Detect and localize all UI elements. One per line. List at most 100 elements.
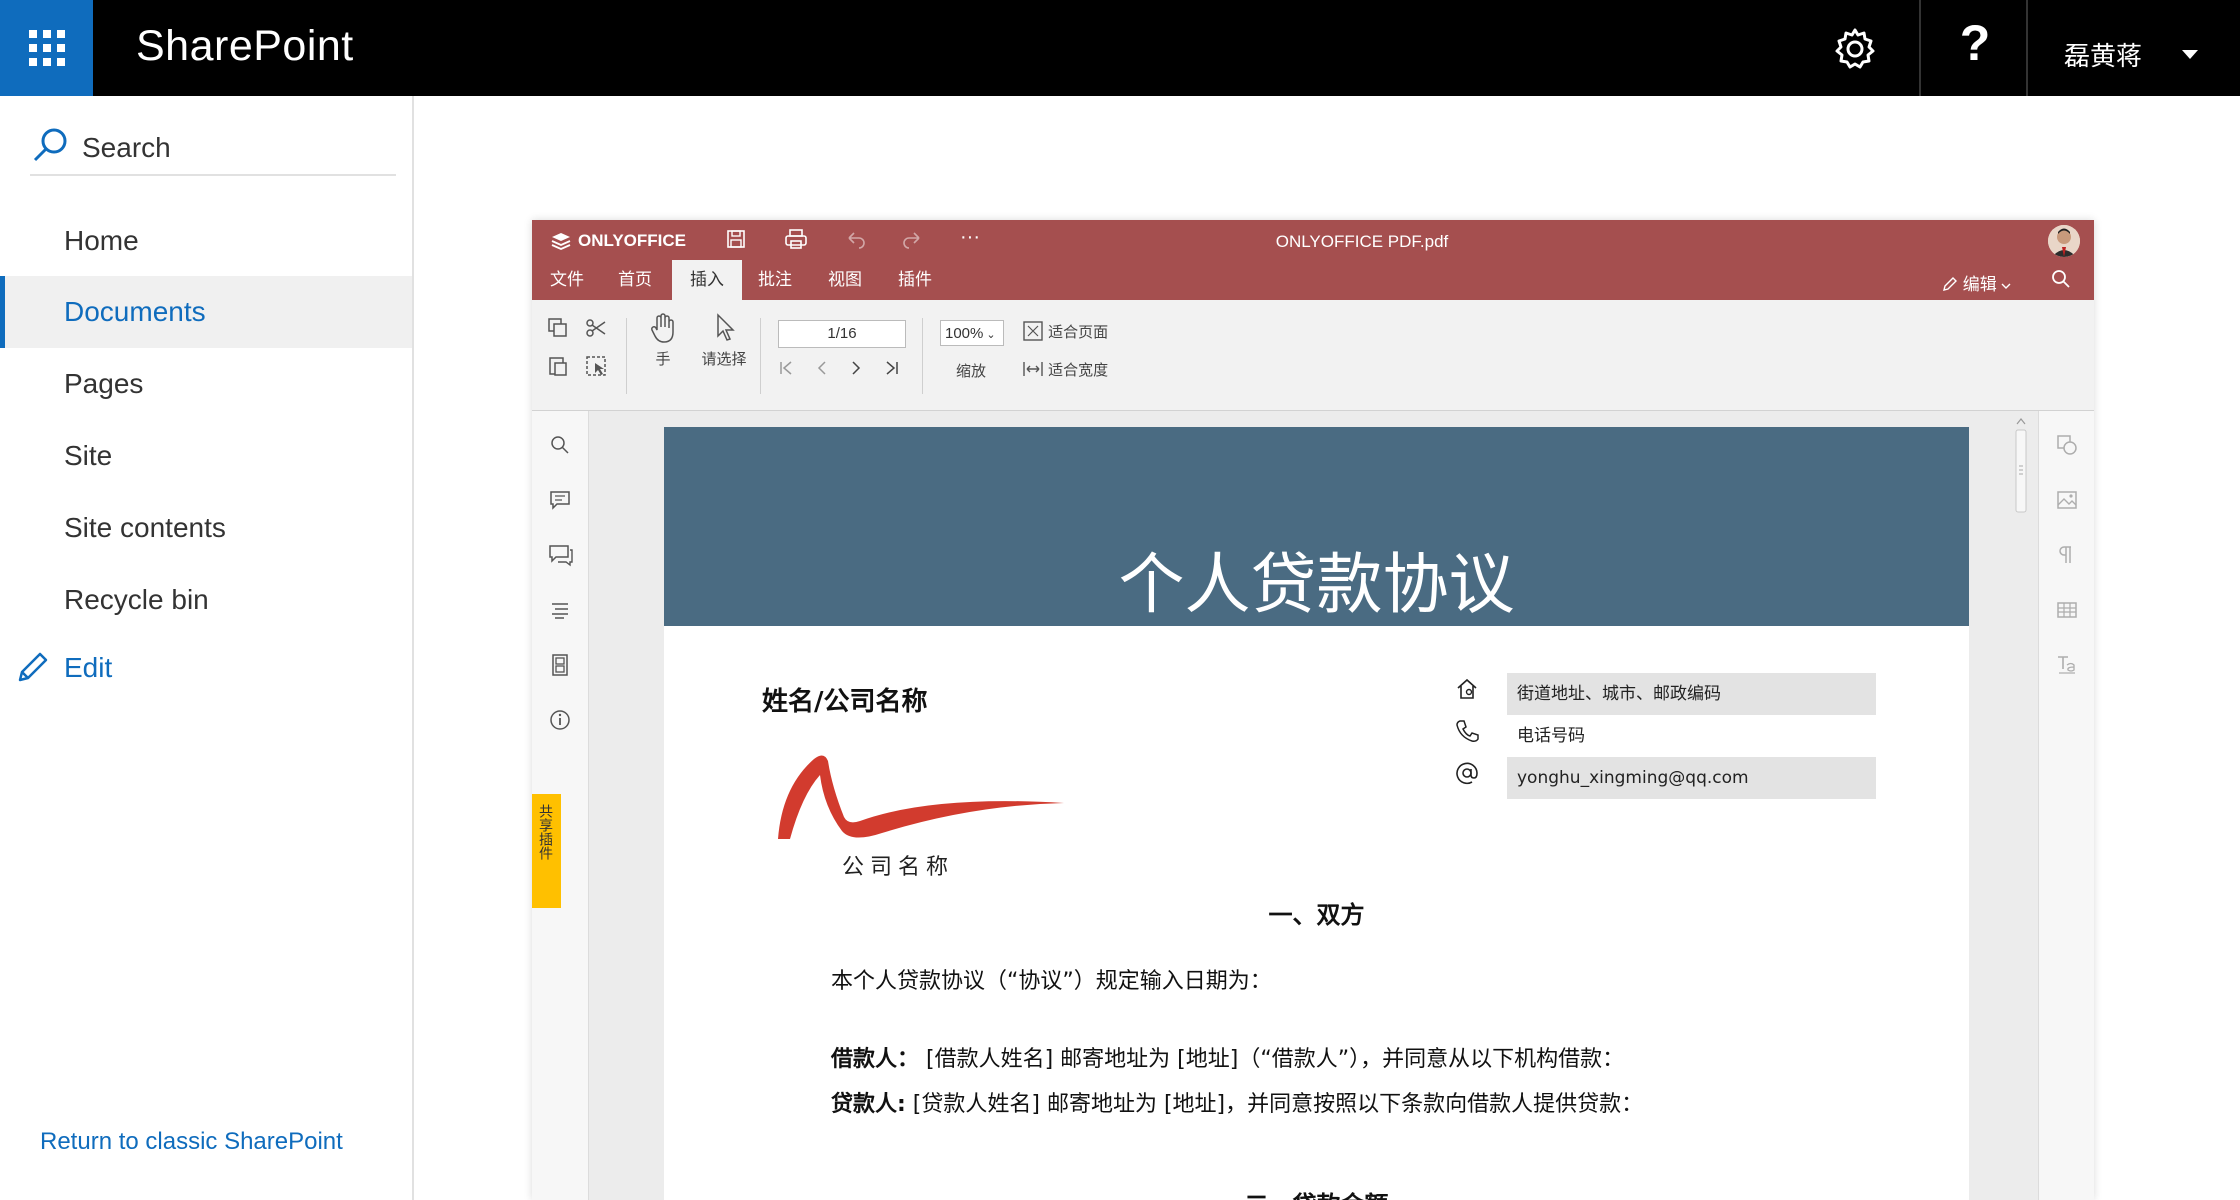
- more-button[interactable]: ···: [956, 226, 984, 250]
- tab-file[interactable]: 文件: [532, 260, 602, 300]
- avatar[interactable]: [2048, 225, 2080, 257]
- cut-button[interactable]: [584, 316, 608, 345]
- search-icon: [2052, 270, 2070, 288]
- hand-tool-button[interactable]: 手: [646, 312, 680, 369]
- document-title: 个人贷款协议: [1118, 546, 1515, 623]
- next-page-button[interactable]: [846, 358, 866, 383]
- undo-icon: [848, 232, 865, 249]
- section-heading-parties: 一、双方: [1268, 901, 1365, 929]
- redo-icon: [903, 232, 920, 249]
- section-heading-loan-amount: 二、贷款金额: [664, 1185, 1969, 1200]
- phone-field[interactable]: 电话号码: [1507, 715, 1876, 757]
- fit-page-icon: [1023, 321, 1043, 341]
- tab-home[interactable]: 首页: [600, 260, 670, 300]
- prev-page-button[interactable]: [812, 358, 832, 383]
- editor-search-button[interactable]: [2050, 268, 2072, 295]
- shape-settings-button[interactable]: [2055, 433, 2079, 462]
- page-number-input[interactable]: 1/16: [778, 320, 906, 348]
- find-button[interactable]: [548, 433, 572, 462]
- text-art-icon: [2058, 656, 2075, 674]
- editor-right-panel: [2038, 411, 2094, 1200]
- nav-item-documents[interactable]: Documents: [0, 276, 412, 348]
- nav-item-label: Recycle bin: [64, 584, 209, 615]
- company-name-caption: 公司名称: [842, 855, 955, 880]
- save-button[interactable]: [722, 228, 750, 252]
- brand-title[interactable]: SharePoint: [136, 22, 354, 71]
- headings-icon: [552, 603, 568, 619]
- zoom-select[interactable]: 100% ⌄: [940, 320, 1004, 346]
- divider: [2026, 0, 2028, 96]
- plugin-side-tab[interactable]: 共享插件: [532, 794, 561, 908]
- email-field[interactable]: yonghu_xingming@qq.com: [1507, 757, 1876, 799]
- thumbnails-button[interactable]: [548, 653, 572, 682]
- fit-page-button[interactable]: 适合页面: [1022, 320, 1108, 342]
- return-classic-link[interactable]: Return to classic SharePoint: [40, 1128, 343, 1156]
- copy-button[interactable]: [546, 316, 570, 345]
- nav-item-site[interactable]: Site: [0, 420, 412, 492]
- nav-item-site-contents[interactable]: Site contents: [0, 492, 412, 564]
- toolbar-separator: [760, 318, 761, 394]
- pencil-icon: [1943, 277, 1957, 291]
- paragraph-settings-button[interactable]: [2055, 543, 2079, 572]
- settings-button[interactable]: [1827, 24, 1883, 74]
- suite-header: SharePoint ? 磊黄蒋: [0, 0, 2240, 96]
- hand-tool-label: 手: [655, 351, 671, 368]
- tab-view[interactable]: 视图: [810, 260, 880, 300]
- chat-button[interactable]: [548, 543, 574, 572]
- fit-page-label: 适合页面: [1048, 324, 1109, 341]
- at-sign-icon: [1456, 762, 1478, 785]
- first-page-button[interactable]: [776, 358, 796, 383]
- tab-insert[interactable]: 插入: [672, 260, 742, 300]
- lender-label: 贷款人:: [831, 1092, 906, 1117]
- document-info-button[interactable]: [548, 708, 572, 737]
- address-field[interactable]: 街道地址、城市、邮政编码: [1507, 673, 1876, 715]
- redo-button[interactable]: [898, 228, 926, 252]
- chevron-down-icon: ⌄: [983, 329, 996, 341]
- plugin-tab-label: 共享插件: [538, 804, 554, 860]
- user-name[interactable]: 磊黄蒋: [2064, 36, 2142, 73]
- borrower-label: 借款人：: [831, 1047, 920, 1072]
- app-launcher-icon: [28, 30, 65, 66]
- fit-width-button[interactable]: 适合宽度: [1022, 358, 1108, 380]
- edit-nav-button[interactable]: Edit: [14, 642, 314, 694]
- tab-plugins[interactable]: 插件: [880, 260, 950, 300]
- editor-toolbar: 手 请选择 1/16 100% ⌄ 缩放 适合页面 适合宽度: [532, 300, 2094, 411]
- print-button[interactable]: [782, 228, 810, 252]
- fit-width-icon: [1023, 362, 1043, 376]
- select-all-button[interactable]: [584, 354, 608, 383]
- table-settings-button[interactable]: [2055, 598, 2079, 627]
- onlyoffice-editor: ONLYOFFICE ··· ONLYOFFICE PDF.pdf 文件 首页 …: [532, 220, 2094, 1200]
- last-page-icon: [886, 361, 898, 375]
- editor-header: ONLYOFFICE ··· ONLYOFFICE PDF.pdf 文件 首页 …: [532, 220, 2094, 300]
- nav-item-recycle-bin[interactable]: Recycle bin: [0, 564, 412, 636]
- select-tool-label: 请选择: [701, 351, 747, 368]
- text-art-settings-button[interactable]: [2055, 653, 2079, 682]
- comments-button[interactable]: [548, 488, 572, 517]
- nav-item-label: Site contents: [64, 512, 226, 543]
- search-box[interactable]: Search: [30, 120, 396, 176]
- phone-icon: [1456, 720, 1479, 742]
- pointer-icon: [717, 313, 735, 341]
- nav-item-home[interactable]: Home: [0, 205, 412, 277]
- vertical-scrollbar[interactable]: [2014, 416, 2028, 516]
- tab-comments[interactable]: 批注: [740, 260, 810, 300]
- edit-mode-dropdown[interactable]: 编辑: [1942, 270, 2011, 295]
- nav-item-pages[interactable]: Pages: [0, 348, 412, 420]
- search-icon: [33, 128, 67, 162]
- shapes-icon: [2057, 435, 2077, 455]
- headings-button[interactable]: [548, 598, 572, 627]
- paste-button[interactable]: [546, 354, 570, 383]
- search-icon: [551, 436, 569, 454]
- image-settings-button[interactable]: [2055, 488, 2079, 517]
- nav-item-label: Pages: [64, 368, 144, 399]
- app-launcher-button[interactable]: [0, 0, 93, 96]
- paste-icon: [549, 357, 567, 376]
- help-button[interactable]: ?: [1920, 14, 2030, 72]
- chevron-right-icon: [852, 361, 861, 375]
- chevron-down-icon[interactable]: [2182, 50, 2198, 59]
- last-page-button[interactable]: [882, 358, 902, 383]
- hand-icon: [651, 313, 674, 343]
- copy-icon: [548, 318, 567, 337]
- select-tool-button[interactable]: 请选择: [698, 312, 750, 369]
- undo-button[interactable]: [842, 228, 870, 252]
